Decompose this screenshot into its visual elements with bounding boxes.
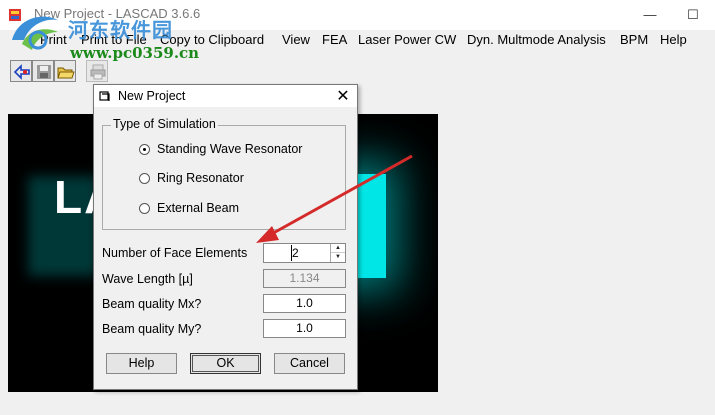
watermark-logo-icon [12, 16, 58, 50]
new-project-icon [13, 64, 30, 80]
beam-quality-mx-field[interactable]: 1.0 [263, 294, 346, 313]
dialog-title: New Project [118, 89, 186, 103]
menu-laser-power-cw[interactable]: Laser Power CW [358, 32, 456, 47]
menu-help[interactable]: Help [660, 32, 687, 47]
beam-quality-my-field[interactable]: 1.0 [263, 319, 346, 338]
print-button[interactable] [86, 60, 108, 82]
beam-quality-my-label: Beam quality My? [102, 322, 202, 336]
stepper-buttons: ▲ ▼ [330, 244, 345, 262]
menu-view[interactable]: View [282, 32, 310, 47]
radio-button[interactable] [139, 173, 150, 184]
face-elements-stepper[interactable]: 2 ▲ ▼ [263, 243, 346, 263]
new-project-dialog: New Project ✕ Type of Simulation Standin… [93, 84, 358, 390]
print-icon [90, 64, 106, 80]
radio-label: Ring Resonator [157, 171, 244, 185]
menu-dyn-multmode-analysis[interactable]: Dyn. Multmode Analysis [467, 32, 606, 47]
cancel-button[interactable]: Cancel [274, 353, 345, 374]
radio-label: External Beam [157, 201, 239, 215]
wave-length-field[interactable]: 1.134 [263, 269, 346, 288]
radio-button[interactable] [139, 144, 150, 155]
save-button[interactable] [32, 60, 54, 82]
open-folder-icon [57, 67, 75, 79]
help-button[interactable]: Help [106, 353, 177, 374]
wave-length-label: Wave Length [µ] [102, 272, 193, 286]
new-project-button[interactable] [10, 60, 32, 82]
minimize-button[interactable]: — [640, 5, 660, 25]
ok-button[interactable]: OK [190, 353, 261, 374]
beam-quality-mx-label: Beam quality Mx? [102, 297, 202, 311]
radio-button[interactable] [139, 203, 150, 214]
face-elements-label: Number of Face Elements [102, 246, 248, 260]
maximize-button[interactable]: ☐ [683, 5, 703, 25]
face-elements-value[interactable]: 2 [292, 246, 299, 260]
close-icon[interactable]: ✕ [335, 86, 351, 106]
group-title: Type of Simulation [111, 117, 218, 131]
menu-fea[interactable]: FEA [322, 32, 347, 47]
open-button[interactable] [54, 60, 76, 82]
dialog-icon [99, 91, 110, 101]
dialog-titlebar: New Project ✕ [94, 85, 357, 107]
radio-label: Standing Wave Resonator [157, 142, 303, 156]
save-icon [37, 65, 51, 79]
simulation-type-group: Type of Simulation Standing Wave Resonat… [102, 117, 346, 230]
stepper-down-icon[interactable]: ▼ [331, 253, 345, 262]
watermark-name: 河东软件园 [68, 18, 173, 42]
stepper-up-icon[interactable]: ▲ [331, 244, 345, 253]
menu-bpm[interactable]: BPM [620, 32, 648, 47]
